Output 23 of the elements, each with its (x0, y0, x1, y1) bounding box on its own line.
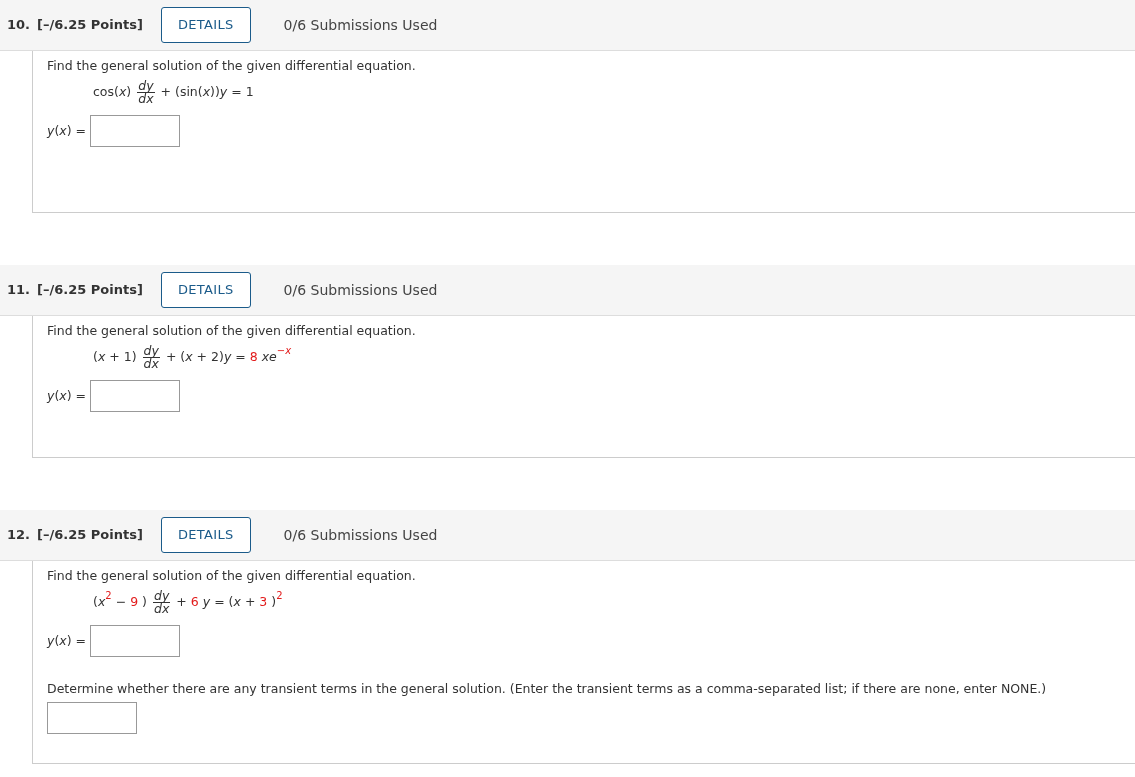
points-label: [–/6.25 Points] (37, 281, 143, 300)
submissions-count: 0/6 Submissions Used (283, 280, 438, 300)
answer-label: y(x) = (47, 386, 88, 405)
answer-label: y(x) = (47, 631, 88, 650)
details-button[interactable]: DETAILS (160, 272, 251, 308)
details-button[interactable]: DETAILS (160, 517, 251, 553)
question-text: Find the general solution of the given differential equation. (47, 58, 417, 74)
answer-label: y(x) = (47, 121, 88, 140)
problem-number: 10. (7, 16, 31, 35)
points-label: [–/6.25 Points] (37, 526, 143, 545)
question-text: Determine whether there are any transient terms in the general solution. (Enter the transient terms as a comma-separated list; if there are none, enter NONE.) (47, 681, 1048, 697)
question-text: Find the general solution of the given differential equation. (47, 323, 417, 339)
problem-number: 12. (7, 526, 31, 545)
details-button[interactable]: DETAILS (160, 7, 251, 43)
points-label: [–/6.25 Points] (37, 16, 143, 35)
submissions-count: 0/6 Submissions Used (283, 15, 438, 35)
answer-field[interactable] (90, 380, 180, 412)
submissions-count: 0/6 Submissions Used (283, 525, 438, 545)
answer-field[interactable] (47, 702, 137, 734)
answer-field[interactable] (90, 625, 180, 657)
question-text: Find the general solution of the given differential equation. (47, 568, 417, 584)
answer-field[interactable] (90, 115, 180, 147)
problem-number: 11. (7, 281, 31, 300)
